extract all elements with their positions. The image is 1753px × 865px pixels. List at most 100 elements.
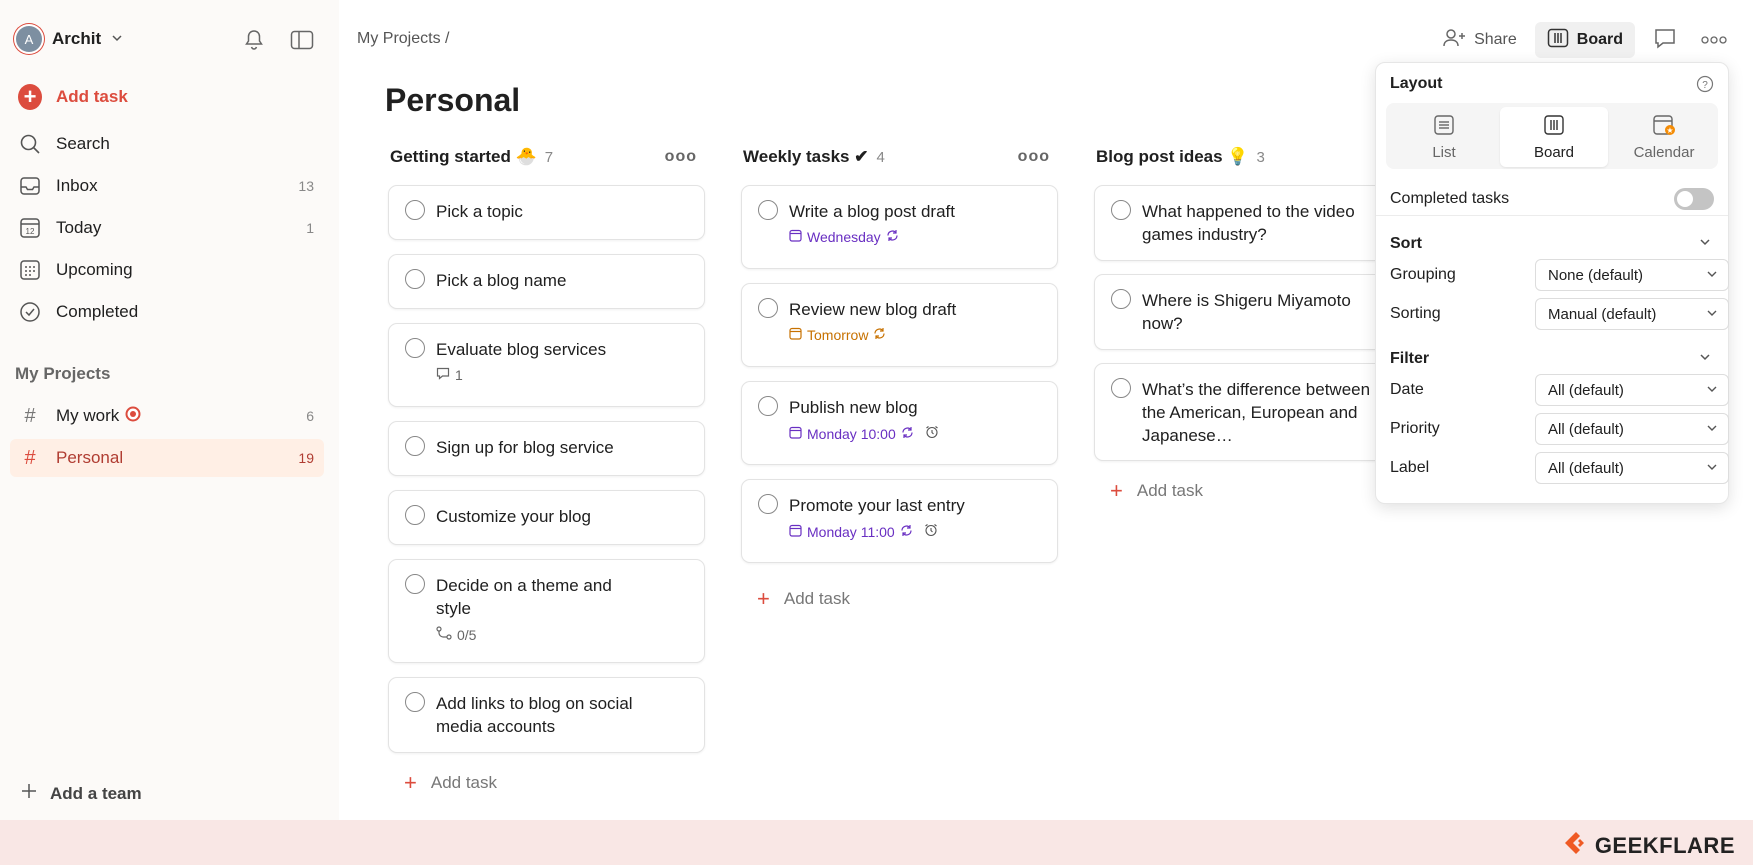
label-filter-select[interactable]: All (default) bbox=[1535, 452, 1729, 484]
help-icon[interactable]: ? bbox=[1696, 75, 1714, 98]
breadcrumb[interactable]: My Projects / bbox=[357, 30, 449, 48]
more-horizontal-icon[interactable]: ooo bbox=[1018, 148, 1050, 166]
task-checkbox[interactable] bbox=[405, 269, 425, 289]
completed-tasks-toggle[interactable] bbox=[1674, 188, 1714, 210]
task-checkbox[interactable] bbox=[405, 505, 425, 525]
priority-filter-value: All (default) bbox=[1548, 420, 1624, 438]
add-task-label: Add task bbox=[1136, 481, 1204, 500]
footer-bar: GEEKFLARE bbox=[0, 820, 1753, 865]
column-title: Weekly tasks ✔ bbox=[743, 147, 869, 166]
task-title: Where is Shigeru Miyamoto now? bbox=[1142, 291, 1351, 333]
sidebar-item-inbox[interactable]: Inbox 13 bbox=[10, 167, 324, 205]
task-card[interactable]: Evaluate blog services 1 bbox=[388, 323, 705, 407]
today-count: 1 bbox=[306, 220, 314, 236]
task-checkbox[interactable] bbox=[1111, 378, 1131, 398]
layout-option-list[interactable]: List bbox=[1390, 107, 1498, 167]
chevron-down-icon[interactable] bbox=[1698, 235, 1712, 254]
divider bbox=[1376, 215, 1728, 216]
user-menu[interactable]: A Archit bbox=[16, 26, 123, 52]
date-filter-select[interactable]: All (default) bbox=[1535, 374, 1729, 406]
sidebar-item-upcoming[interactable]: Upcoming bbox=[10, 251, 324, 289]
layout-heading: Layout bbox=[1390, 75, 1443, 92]
task-checkbox[interactable] bbox=[758, 396, 778, 416]
task-checkbox[interactable] bbox=[405, 200, 425, 220]
task-title: Promote your last entry bbox=[789, 496, 965, 515]
task-checkbox[interactable] bbox=[405, 574, 425, 594]
svg-text:12: 12 bbox=[26, 227, 35, 236]
task-checkbox[interactable] bbox=[405, 436, 425, 456]
column-header: Weekly tasks ✔ 4 ooo bbox=[741, 142, 1058, 172]
layout-option-board[interactable]: Board bbox=[1500, 107, 1608, 167]
task-card[interactable]: What’s the difference between the Americ… bbox=[1094, 363, 1411, 461]
task-checkbox[interactable] bbox=[758, 494, 778, 514]
recurring-icon bbox=[901, 426, 914, 442]
task-card[interactable]: What happened to the video games industr… bbox=[1094, 185, 1411, 261]
comments-button[interactable] bbox=[1641, 22, 1689, 58]
sorting-select[interactable]: Manual (default) bbox=[1535, 298, 1729, 330]
comment-count: 1 bbox=[436, 367, 688, 383]
filter-heading[interactable]: Filter bbox=[1390, 350, 1429, 368]
task-card[interactable]: Decide on a theme and style 0/5 bbox=[388, 559, 705, 663]
more-options-button[interactable] bbox=[1695, 22, 1733, 58]
sidebar-item-completed[interactable]: Completed bbox=[10, 293, 324, 331]
task-checkbox[interactable] bbox=[758, 200, 778, 220]
add-task-button[interactable]: + Add task bbox=[1110, 480, 1203, 502]
column-count: 4 bbox=[876, 148, 885, 166]
board-view-button[interactable]: Board bbox=[1534, 22, 1635, 58]
task-card[interactable]: Pick a blog name bbox=[388, 254, 705, 309]
task-title: Decide on a theme and style bbox=[436, 576, 612, 618]
priority-filter-select[interactable]: All (default) bbox=[1535, 413, 1729, 445]
add-task-button[interactable]: + Add task bbox=[757, 588, 850, 610]
task-card[interactable]: Pick a topic bbox=[388, 185, 705, 240]
grouping-select[interactable]: None (default) bbox=[1535, 259, 1729, 291]
plus-icon: + bbox=[1110, 478, 1123, 503]
list-icon bbox=[1433, 114, 1455, 140]
sidebar-item-personal[interactable]: # Personal 19 bbox=[10, 439, 324, 477]
add-task-button[interactable]: + Add task bbox=[404, 772, 497, 794]
task-checkbox[interactable] bbox=[405, 338, 425, 358]
sidebar-item-today[interactable]: 12 Today 1 bbox=[10, 209, 324, 247]
page-title: Personal bbox=[385, 82, 521, 118]
task-title: Customize your blog bbox=[436, 507, 591, 526]
share-button[interactable]: Share bbox=[1430, 22, 1529, 58]
chevron-down-icon[interactable] bbox=[1698, 350, 1712, 369]
task-checkbox[interactable] bbox=[405, 692, 425, 712]
sidebar-toggle-icon[interactable] bbox=[288, 26, 316, 54]
my-projects-heading[interactable]: My Projects bbox=[15, 364, 110, 384]
sidebar-item-my-work[interactable]: # My work 6 bbox=[10, 397, 324, 435]
sidebar-item-search[interactable]: Search bbox=[10, 125, 324, 163]
task-card[interactable]: Publish new blog Monday 10:00 bbox=[741, 381, 1058, 465]
task-card[interactable]: Sign up for blog service bbox=[388, 421, 705, 476]
layout-option-label: List bbox=[1432, 143, 1456, 161]
recurring-icon bbox=[873, 327, 886, 343]
plus-icon: + bbox=[757, 586, 770, 611]
layout-option-label: Calendar bbox=[1633, 143, 1695, 161]
task-card[interactable]: Where is Shigeru Miyamoto now? bbox=[1094, 274, 1411, 350]
task-card[interactable]: Promote your last entry Monday 11:00 bbox=[741, 479, 1058, 563]
bell-icon[interactable] bbox=[240, 26, 268, 54]
task-checkbox[interactable] bbox=[758, 298, 778, 318]
task-card[interactable]: Review new blog draft Tomorrow bbox=[741, 283, 1058, 367]
task-card[interactable]: Add links to blog on social media accoun… bbox=[388, 677, 705, 753]
more-horizontal-icon[interactable]: ooo bbox=[665, 148, 697, 166]
alarm-icon bbox=[925, 425, 939, 442]
layout-option-calendar[interactable]: ★ Calendar bbox=[1610, 107, 1718, 167]
calendar-today-icon: 12 bbox=[18, 216, 42, 240]
task-card[interactable]: Write a blog post draft Wednesday bbox=[741, 185, 1058, 269]
add-team-button[interactable]: Add a team bbox=[20, 782, 142, 805]
column-title: Blog post ideas 💡 bbox=[1096, 147, 1249, 166]
more-horizontal-icon bbox=[1701, 31, 1727, 49]
task-checkbox[interactable] bbox=[1111, 200, 1131, 220]
task-title: Write a blog post draft bbox=[789, 202, 955, 221]
task-card[interactable]: Customize your blog bbox=[388, 490, 705, 545]
chevron-down-icon bbox=[1706, 306, 1718, 323]
project-count: 19 bbox=[298, 450, 314, 466]
add-task-button[interactable]: + Add task bbox=[10, 78, 324, 116]
board-column: Getting started 🐣 7 ooo Pick a topic Pic… bbox=[388, 142, 705, 802]
chevron-down-icon bbox=[1706, 382, 1718, 399]
share-label: Share bbox=[1474, 31, 1517, 48]
project-count: 6 bbox=[306, 408, 314, 424]
sort-heading[interactable]: Sort bbox=[1390, 235, 1422, 253]
task-checkbox[interactable] bbox=[1111, 289, 1131, 309]
svg-text:?: ? bbox=[1702, 80, 1708, 91]
